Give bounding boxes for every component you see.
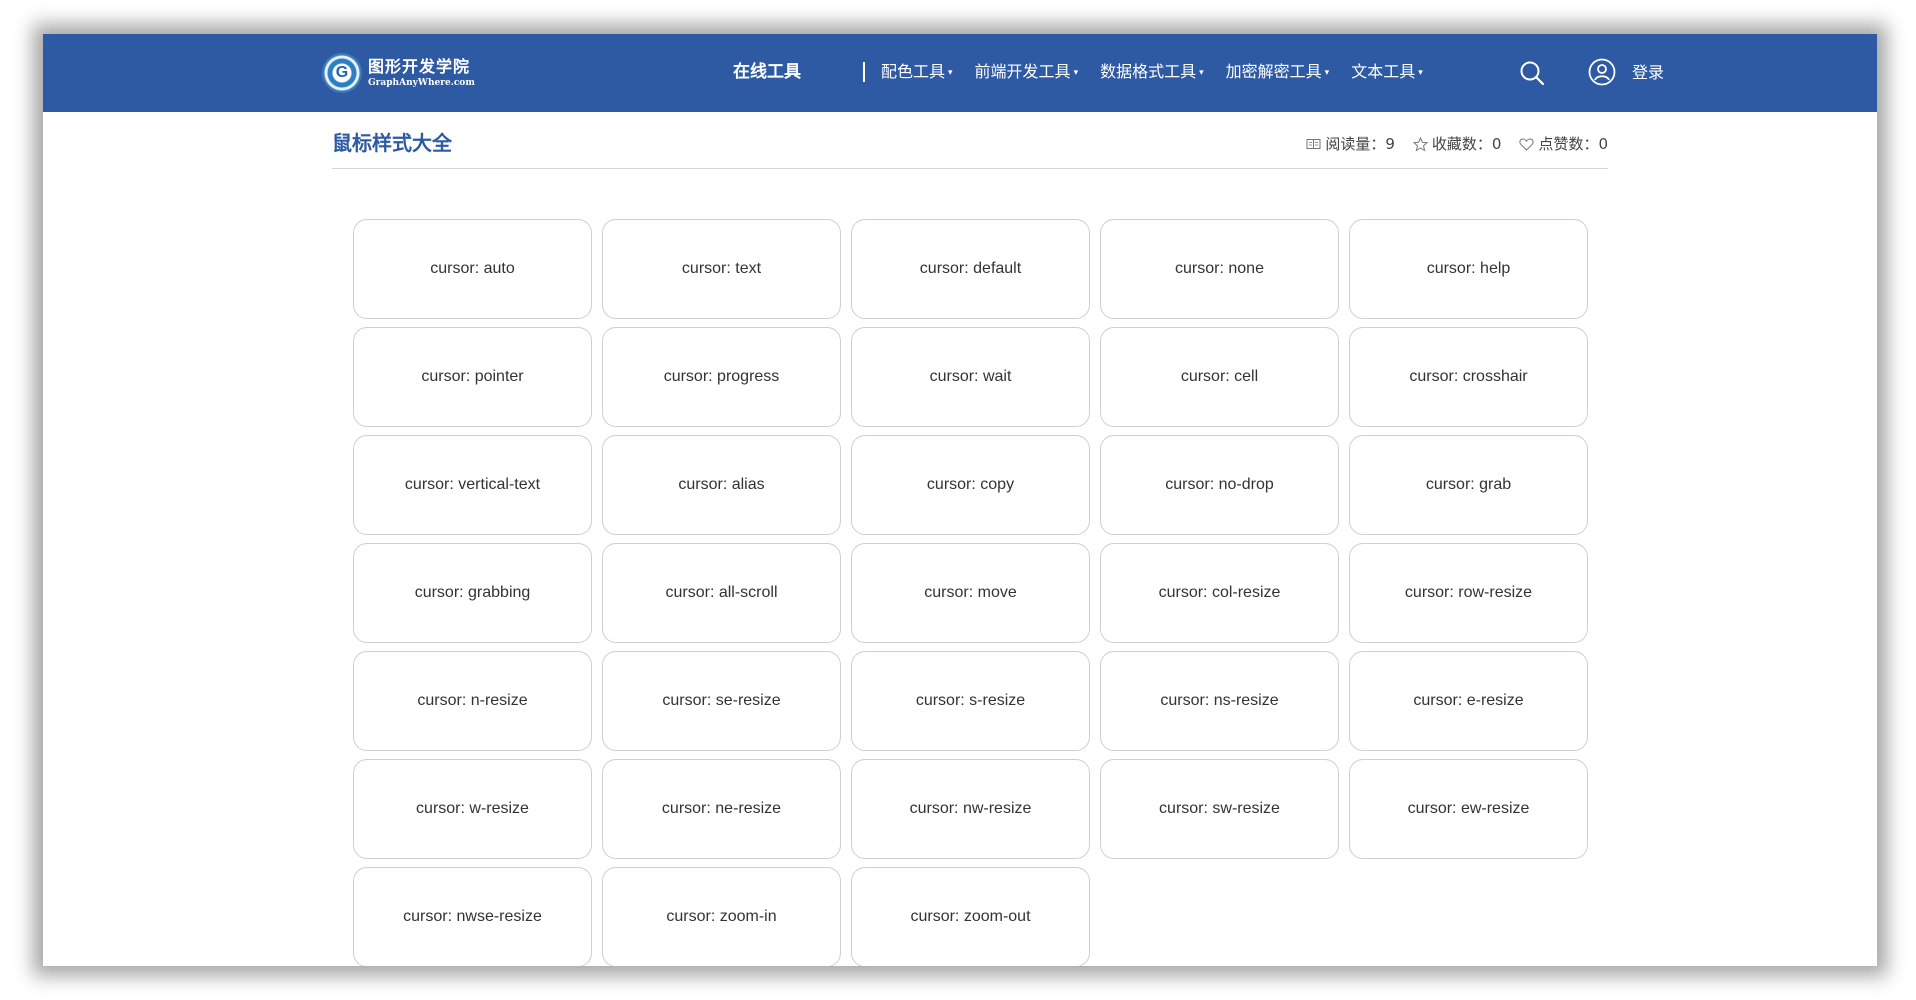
cursor-card[interactable]: cursor: no-drop — [1100, 435, 1339, 535]
nav-item-crypto-tools[interactable]: 加密解密工具 ▾ — [1226, 62, 1330, 83]
logo-text: 图形开发学院 GraphAnyWhere.com — [368, 57, 475, 89]
site-logo[interactable]: G 图形开发学院 GraphAnyWhere.com — [322, 51, 475, 95]
nav-divider — [863, 62, 865, 82]
cursor-card[interactable]: cursor: nwse-resize — [353, 867, 592, 966]
cursor-card[interactable]: cursor: se-resize — [602, 651, 841, 751]
nav-item-label: 文本工具 — [1351, 62, 1416, 81]
cursor-card[interactable]: cursor: zoom-out — [851, 867, 1090, 966]
cursor-card[interactable]: cursor: grab — [1349, 435, 1588, 535]
cursor-card[interactable]: cursor: progress — [602, 327, 841, 427]
cursor-card[interactable]: cursor: alias — [602, 435, 841, 535]
logo-badge-icon: G — [322, 53, 362, 93]
page-header: 鼠标样式大全 阅读量：9 收藏数：0 点赞数：0 — [332, 130, 1608, 169]
read-count: 阅读量：9 — [1306, 134, 1395, 154]
cursor-card[interactable]: cursor: move — [851, 543, 1090, 643]
nav-item-label: 配色工具 — [881, 62, 946, 81]
cursor-card[interactable]: cursor: default — [851, 219, 1090, 319]
favorite-count[interactable]: 收藏数：0 — [1412, 134, 1502, 154]
nav-online-tools[interactable]: 在线工具 — [733, 62, 801, 82]
cursor-card[interactable]: cursor: ew-resize — [1349, 759, 1588, 859]
user-icon[interactable] — [1588, 58, 1616, 86]
cursor-card[interactable]: cursor: text — [602, 219, 841, 319]
cursor-card[interactable]: cursor: s-resize — [851, 651, 1090, 751]
cursor-card[interactable]: cursor: auto — [353, 219, 592, 319]
cursor-grid: cursor: auto cursor: text cursor: default c… — [353, 219, 1598, 966]
cursor-card[interactable]: cursor: grabbing — [353, 543, 592, 643]
cursor-card[interactable]: cursor: copy — [851, 435, 1090, 535]
nav-item-label: 前端开发工具 — [974, 62, 1071, 81]
book-icon — [1306, 139, 1321, 149]
cursor-card[interactable]: cursor: wait — [851, 327, 1090, 427]
cursor-card[interactable]: cursor: none — [1100, 219, 1339, 319]
nav-item-color-tools[interactable]: 配色工具 ▾ — [881, 62, 953, 83]
cursor-card[interactable]: cursor: n-resize — [353, 651, 592, 751]
heart-icon — [1519, 138, 1535, 151]
page-stats: 阅读量：9 收藏数：0 点赞数：0 — [1288, 134, 1608, 154]
cursor-card[interactable]: cursor: ns-resize — [1100, 651, 1339, 751]
logo-subtitle: GraphAnyWhere.com — [368, 78, 475, 88]
cursor-card[interactable]: cursor: zoom-in — [602, 867, 841, 966]
cursor-card[interactable]: cursor: help — [1349, 219, 1588, 319]
nav-menu: 配色工具 ▾ 前端开发工具 ▾ 数据格式工具 ▾ 加密解密工具 ▾ 文本工具 ▾ — [881, 62, 1445, 83]
page-title: 鼠标样式大全 — [332, 131, 452, 155]
cursor-card[interactable]: cursor: e-resize — [1349, 651, 1588, 751]
cursor-card[interactable]: cursor: crosshair — [1349, 327, 1588, 427]
caret-down-icon: ▾ — [1418, 67, 1423, 78]
nav-item-text-tools[interactable]: 文本工具 ▾ — [1351, 62, 1423, 83]
nav-item-label: 数据格式工具 — [1100, 62, 1197, 81]
cursor-card[interactable]: cursor: sw-resize — [1100, 759, 1339, 859]
cursor-card[interactable]: cursor: vertical-text — [353, 435, 592, 535]
like-count[interactable]: 点赞数：0 — [1519, 134, 1608, 154]
top-nav-bar: G 图形开发学院 GraphAnyWhere.com 在线工具 配色工具 ▾ 前端… — [43, 34, 1877, 112]
cursor-card[interactable]: cursor: col-resize — [1100, 543, 1339, 643]
star-icon — [1412, 136, 1428, 152]
cursor-card[interactable]: cursor: ne-resize — [602, 759, 841, 859]
caret-down-icon: ▾ — [1199, 67, 1204, 78]
read-count-text: 阅读量：9 — [1325, 135, 1395, 153]
like-count-text: 点赞数：0 — [1538, 135, 1608, 153]
cursor-card[interactable]: cursor: nw-resize — [851, 759, 1090, 859]
nav-item-frontend-tools[interactable]: 前端开发工具 ▾ — [975, 62, 1079, 83]
browser-content: G 图形开发学院 GraphAnyWhere.com 在线工具 配色工具 ▾ 前端… — [43, 34, 1877, 966]
cursor-card[interactable]: cursor: cell — [1100, 327, 1339, 427]
cursor-card[interactable]: cursor: w-resize — [353, 759, 592, 859]
favorite-count-text: 收藏数：0 — [1431, 135, 1502, 153]
login-link[interactable]: 登录 — [1632, 63, 1664, 83]
logo-title: 图形开发学院 — [368, 57, 471, 76]
cursor-card[interactable]: cursor: all-scroll — [602, 543, 841, 643]
caret-down-icon: ▾ — [1073, 67, 1079, 78]
caret-down-icon: ▾ — [948, 67, 953, 78]
nav-item-label: 加密解密工具 — [1225, 62, 1322, 81]
cursor-card[interactable]: cursor: pointer — [353, 327, 592, 427]
caret-down-icon: ▾ — [1324, 67, 1330, 78]
search-icon[interactable] — [1519, 60, 1545, 86]
nav-item-data-format-tools[interactable]: 数据格式工具 ▾ — [1100, 62, 1204, 83]
cursor-card[interactable]: cursor: row-resize — [1349, 543, 1588, 643]
